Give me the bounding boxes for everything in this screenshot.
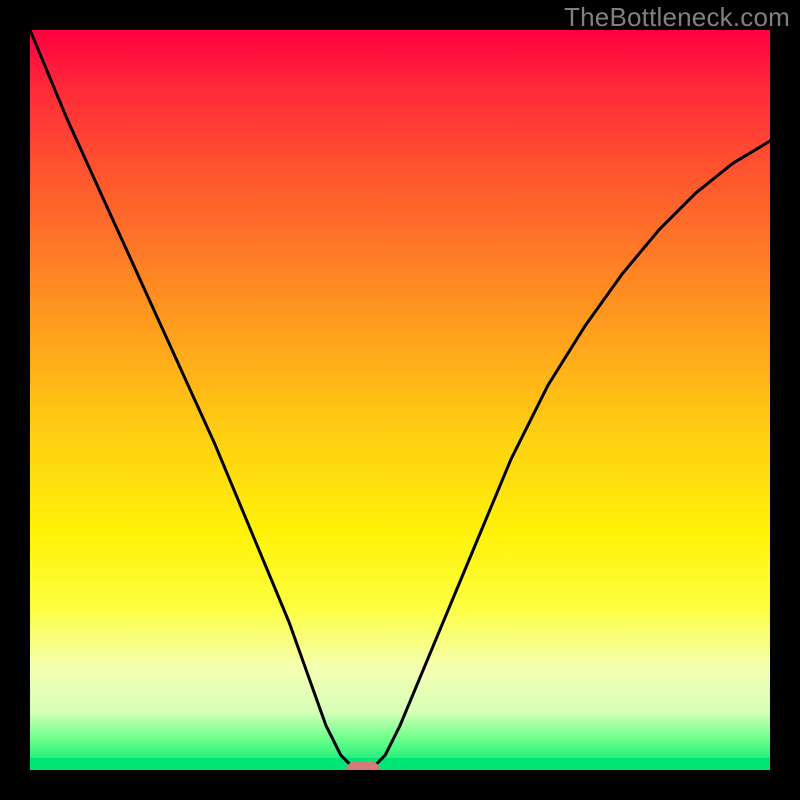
optimal-marker bbox=[346, 762, 380, 770]
bottleneck-curve bbox=[30, 30, 770, 770]
watermark-text: TheBottleneck.com bbox=[564, 2, 790, 33]
chart-frame: TheBottleneck.com bbox=[0, 0, 800, 800]
plot-area bbox=[30, 30, 770, 770]
